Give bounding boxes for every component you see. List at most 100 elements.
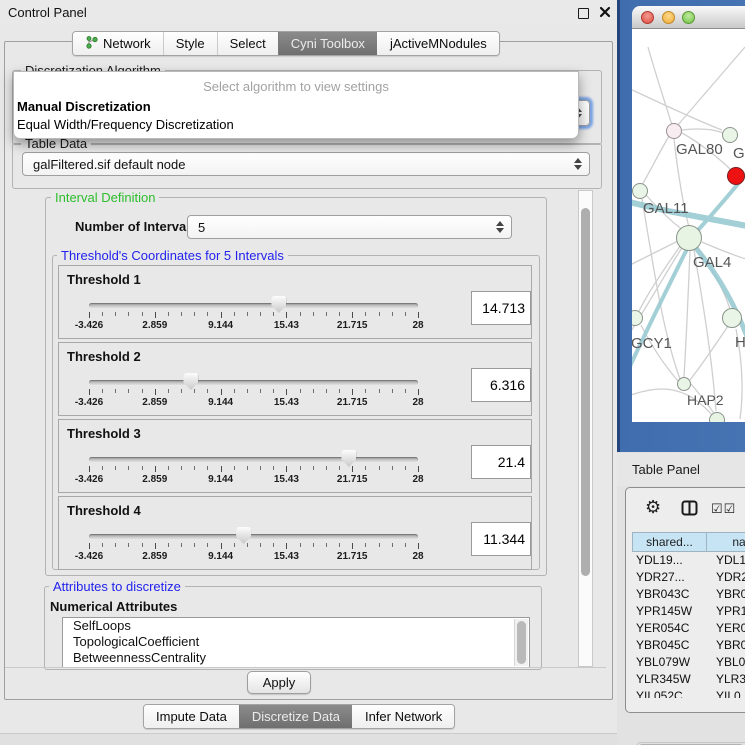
tab-jactivemnodules[interactable]: jActiveMNodules [377, 32, 499, 55]
slider-thumb[interactable] [271, 296, 286, 313]
tab-label: jActiveMNodules [390, 36, 487, 51]
tab-cyni-toolbox[interactable]: Cyni Toolbox [278, 32, 377, 55]
right-side-area: GAL80GGAL11GAL4GCY1HHAP2 Table Panel ⚙ ☑… [617, 0, 745, 745]
threshold-value-field[interactable]: 14.713 [471, 291, 531, 325]
attributes-group-title: Attributes to discretize [49, 579, 185, 594]
gear-icon[interactable]: ⚙ [645, 497, 661, 518]
tab-label: Select [230, 36, 266, 51]
panel-scrollbar[interactable] [578, 190, 593, 667]
cytoscape-desktop: GAL80GGAL11GAL4GCY1HHAP2 [617, 0, 745, 452]
number-of-intervals-dropdown[interactable]: 5 [187, 215, 512, 239]
slider-thumb[interactable] [236, 527, 251, 544]
column-header-name[interactable]: na [706, 532, 745, 552]
node-label: GCY1 [632, 335, 672, 352]
slider-thumb[interactable] [183, 373, 198, 390]
table-rows: YDL19...YDL1YDR27...YDR2YBR043CYBR0YPR14… [632, 552, 745, 698]
network-node-hap2[interactable] [677, 377, 691, 391]
threshold-value-field[interactable]: 11.344 [471, 522, 531, 556]
dropdown-spinner-icon [574, 158, 582, 170]
slider-ticks [89, 543, 419, 551]
threshold-panel-1: Threshold 1 -3.4262.8599.14415.4321.71528… [58, 265, 532, 339]
table-data-dropdown[interactable]: galFiltered.sif default node [22, 152, 590, 176]
table-data-selected: galFiltered.sif default node [33, 157, 185, 172]
table-panel-titlebar: Table Panel [617, 453, 745, 486]
slider-track[interactable] [89, 380, 418, 385]
interval-definition-title: Interval Definition [51, 190, 159, 205]
list-scrollbar[interactable] [514, 619, 528, 666]
table-row[interactable]: YLR345WYLR3 [632, 671, 745, 688]
slider-track[interactable] [89, 534, 418, 539]
close-traffic-light-icon[interactable] [641, 11, 654, 24]
tab-discretize-data[interactable]: Discretize Data [239, 705, 352, 728]
node-label: H [735, 334, 745, 351]
attribute-item[interactable]: SelfLoops [63, 618, 529, 634]
float-window-icon[interactable] [578, 8, 589, 19]
slider-track[interactable] [89, 303, 418, 308]
tab-select[interactable]: Select [217, 32, 278, 55]
network-icon [85, 35, 98, 52]
threshold-label: Threshold 3 [67, 426, 141, 441]
separator [5, 667, 606, 668]
tab-impute-data[interactable]: Impute Data [144, 705, 239, 728]
node-label: HAP2 [687, 392, 724, 408]
network-node-gal4[interactable] [676, 225, 702, 251]
zoom-traffic-light-icon[interactable] [682, 11, 695, 24]
network-canvas[interactable]: GAL80GGAL11GAL4GCY1HHAP2 [632, 29, 745, 422]
tab-label: Style [176, 36, 205, 51]
table-row[interactable]: YBL079WYBL0 [632, 654, 745, 671]
minimize-traffic-light-icon[interactable] [662, 11, 675, 24]
node-label: GAL4 [693, 254, 731, 271]
network-node[interactable] [709, 412, 725, 422]
checkbox-icons[interactable]: ☑☑ [711, 501, 736, 517]
table-row[interactable]: YBR045CYBR0 [632, 637, 745, 654]
slider-tick-labels: -3.4262.8599.14415.4321.71528 [89, 320, 419, 332]
network-node-h[interactable] [722, 308, 742, 328]
attribute-item[interactable]: BetweennessCentrality [63, 650, 529, 666]
slider-track[interactable] [89, 457, 418, 462]
column-header-shared-name[interactable]: shared... [632, 532, 707, 552]
table-row[interactable]: YER054CYER0 [632, 620, 745, 637]
network-node-gal11[interactable] [632, 183, 648, 199]
dropdown-spinner-icon [496, 221, 504, 233]
close-icon[interactable] [599, 6, 611, 18]
screenshot: Control Panel NetworkStyleSelectCyni Too… [0, 0, 745, 745]
slider-tick-labels: -3.4262.8599.14415.4321.71528 [89, 397, 419, 409]
table-row[interactable]: YIL052CYIL0 [632, 688, 745, 698]
tab-style[interactable]: Style [163, 32, 217, 55]
node-label: GAL80 [676, 141, 723, 158]
table-row[interactable]: YPR145WYPR1 [632, 603, 745, 620]
popup-item-equal-width-frequency[interactable]: Equal Width/Frequency Discretization [17, 117, 234, 132]
slider-ticks [89, 312, 419, 320]
threshold-value-field[interactable]: 21.4 [471, 445, 531, 479]
popup-item-manual-discretization[interactable]: Manual Discretization [17, 99, 151, 114]
table-row[interactable]: YBR043CYBR0 [632, 586, 745, 603]
slider-tick-labels: -3.4262.8599.14415.4321.71528 [89, 474, 419, 486]
threshold-panel-4: Threshold 4-3.4262.8599.14415.4321.71528… [58, 496, 532, 570]
algorithm-dropdown-popup: Select algorithm to view settings Manual… [13, 71, 579, 139]
panel-scrollbar-thumb[interactable] [581, 208, 590, 576]
tab-network[interactable]: Network [73, 32, 163, 55]
tab-infer-network[interactable]: Infer Network [352, 705, 454, 728]
split-column-icon[interactable] [681, 500, 698, 521]
numerical-attributes-list[interactable]: SelfLoopsTopologicalCoefficientBetweenne… [62, 617, 530, 668]
tab-label: Cyni Toolbox [291, 36, 365, 51]
network-node[interactable] [727, 167, 745, 185]
tab-label: Network [103, 36, 151, 51]
popup-header: Select algorithm to view settings [14, 79, 578, 94]
threshold-label: Threshold 1 [67, 272, 141, 287]
network-window-titlebar [632, 6, 745, 29]
table-row[interactable]: YDR27...YDR2 [632, 569, 745, 586]
slider-thumb[interactable] [341, 450, 356, 467]
attribute-item[interactable]: TopologicalCoefficient [63, 634, 529, 650]
table-row[interactable]: YDL19...YDL1 [632, 552, 745, 569]
network-node-gal80[interactable] [666, 123, 682, 139]
network-view-window: GAL80GGAL11GAL4GCY1HHAP2 [632, 6, 745, 422]
table-panel-toolbar: ⚙ ☑☑ [626, 488, 745, 530]
threshold-label: Threshold 2 [67, 349, 141, 364]
threshold-value-field[interactable]: 6.316 [471, 368, 531, 402]
network-node-g[interactable] [722, 127, 738, 143]
table-panel-body: ⚙ ☑☑ shared... na YDL19...YDL1YDR27...YD… [625, 487, 745, 713]
apply-button[interactable]: Apply [247, 671, 311, 694]
threshold-list: Threshold 1 -3.4262.8599.14415.4321.71528… [58, 265, 532, 573]
thresholds-group-title: Threshold's Coordinates for 5 Intervals [57, 248, 288, 263]
